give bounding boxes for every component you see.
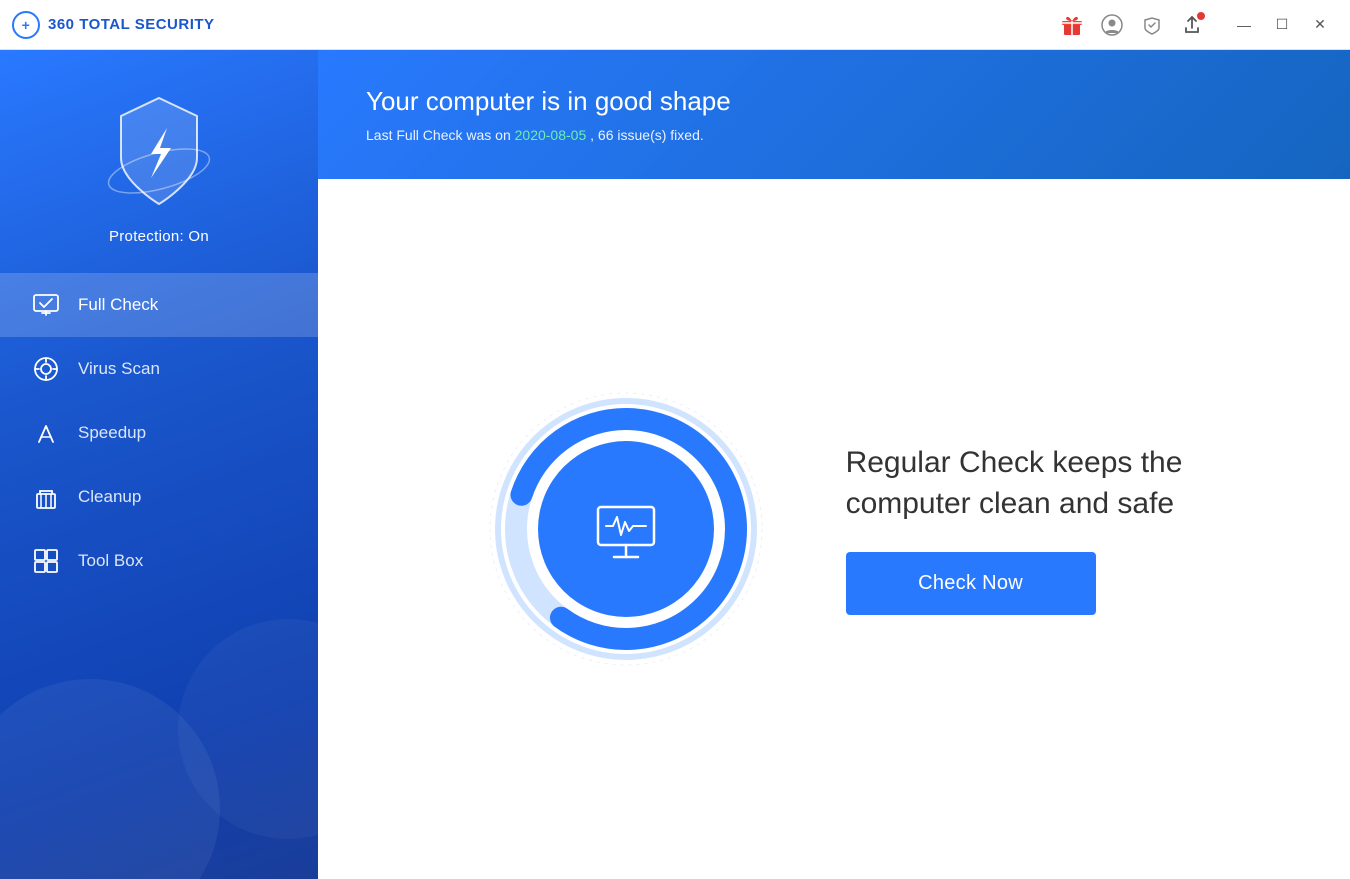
upload-badge	[1196, 11, 1206, 21]
window-controls: — ☐ ✕	[1226, 7, 1338, 43]
nav-item-tool-box[interactable]: Tool Box	[0, 529, 318, 593]
minimize-button[interactable]: —	[1226, 7, 1262, 43]
subtitle-suffix: , 66 issue(s) fixed.	[590, 127, 704, 143]
donut-chart	[486, 389, 766, 669]
content-area: Your computer is in good shape Last Full…	[318, 50, 1350, 879]
maximize-button[interactable]: ☐	[1264, 7, 1300, 43]
title-bar-actions: — ☐ ✕	[1054, 7, 1338, 43]
tool-box-icon	[32, 547, 60, 575]
info-section: Regular Check keeps the computer clean a…	[846, 443, 1183, 615]
subtitle-prefix: Last Full Check was on	[366, 127, 515, 143]
app-title: 360 TOTAL SECURITY	[48, 16, 215, 33]
app-logo-icon: +	[12, 11, 40, 39]
close-button[interactable]: ✕	[1302, 7, 1338, 43]
nav-item-virus-scan[interactable]: Virus Scan	[0, 337, 318, 401]
main-content: Regular Check keeps the computer clean a…	[318, 179, 1350, 879]
nav-label-speedup: Speedup	[78, 423, 146, 443]
nav-item-speedup[interactable]: Speedup	[0, 401, 318, 465]
main-layout: Protection: On Full Check	[0, 50, 1350, 879]
theme-button[interactable]	[1134, 7, 1170, 43]
upload-button[interactable]	[1174, 7, 1210, 43]
cleanup-icon	[32, 483, 60, 511]
app-logo-area: + 360 TOTAL SECURITY	[12, 11, 215, 39]
nav-label-cleanup: Cleanup	[78, 487, 141, 507]
svg-text:+: +	[22, 17, 31, 33]
info-tagline: Regular Check keeps the computer clean a…	[846, 443, 1183, 524]
header-title: Your computer is in good shape	[366, 86, 1302, 117]
title-bar: + 360 TOTAL SECURITY	[0, 0, 1350, 50]
shield-logo	[99, 86, 219, 216]
header-subtitle: Last Full Check was on 2020-08-05 , 66 i…	[366, 127, 1302, 143]
last-check-date: 2020-08-05	[515, 127, 587, 143]
sidebar: Protection: On Full Check	[0, 50, 318, 879]
profile-button[interactable]	[1094, 7, 1130, 43]
nav-menu: Full Check Virus Scan	[0, 273, 318, 593]
gift-button[interactable]	[1054, 7, 1090, 43]
nav-label-full-check: Full Check	[78, 295, 158, 315]
virus-scan-icon	[32, 355, 60, 383]
check-now-button[interactable]: Check Now	[846, 552, 1096, 615]
tagline-line2: computer clean and safe	[846, 487, 1175, 520]
speedup-icon	[32, 419, 60, 447]
tagline-line1: Regular Check keeps the	[846, 446, 1183, 479]
header-banner: Your computer is in good shape Last Full…	[318, 50, 1350, 179]
nav-item-cleanup[interactable]: Cleanup	[0, 465, 318, 529]
nav-item-full-check[interactable]: Full Check	[0, 273, 318, 337]
full-check-icon	[32, 291, 60, 319]
nav-label-tool-box: Tool Box	[78, 551, 143, 571]
protection-status: Protection: On	[109, 228, 209, 245]
nav-label-virus-scan: Virus Scan	[78, 359, 160, 379]
